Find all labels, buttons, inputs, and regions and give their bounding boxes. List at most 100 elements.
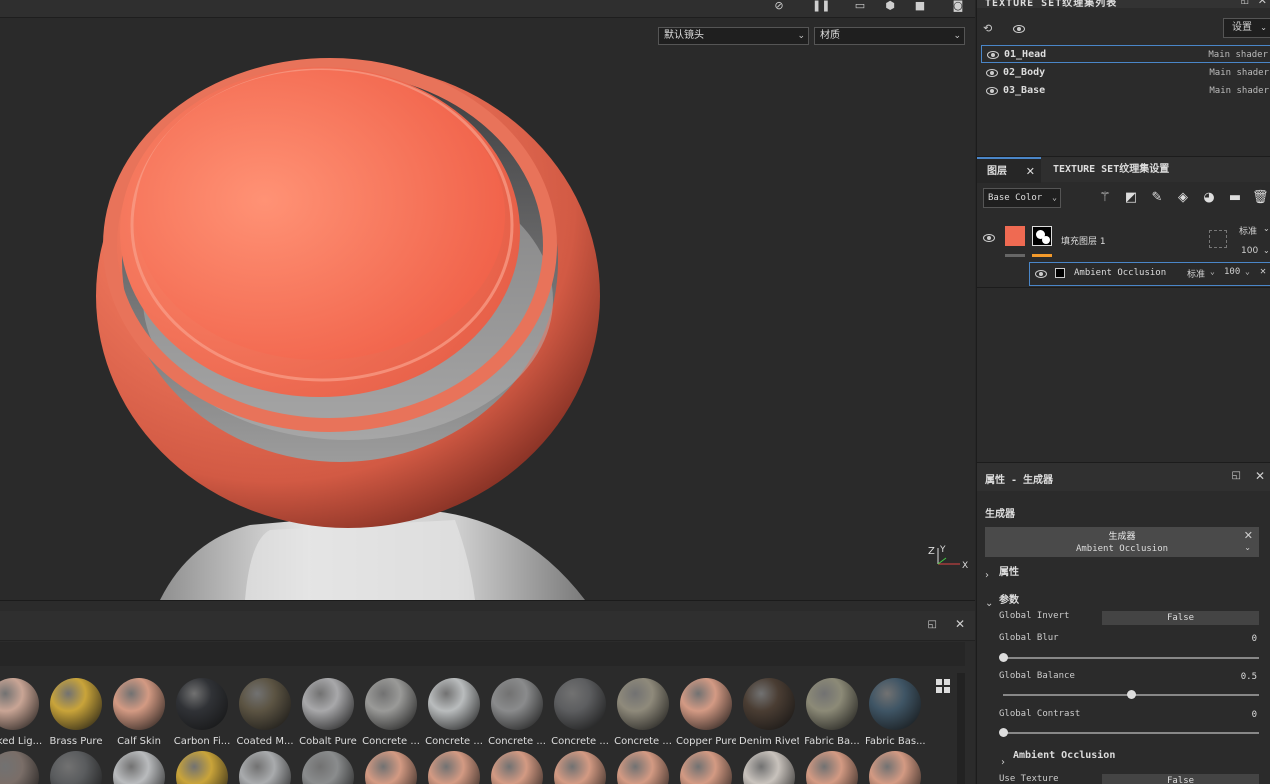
material-item[interactable]: Cobalt Pure [298, 678, 358, 747]
close-icon[interactable]: ✕ [1255, 469, 1265, 483]
material-item[interactable]: Fabric Bas... [865, 678, 925, 747]
texture-set-title: TEXTURE SET纹理集列表 [985, 0, 1118, 8]
shelf-header: ◱ ✕ [0, 611, 975, 641]
material-preview[interactable] [806, 751, 858, 784]
global-balance-slider[interactable] [1003, 690, 1259, 699]
generator-selector[interactable]: 生成器 Ambient Occlusion ✕ ⌄ [985, 527, 1259, 557]
group-params[interactable]: ⌄ 参数 [985, 591, 1185, 609]
material-preview[interactable] [554, 751, 606, 784]
eye-icon[interactable] [1035, 270, 1047, 278]
material-preview[interactable] [365, 751, 417, 784]
material-preview[interactable] [491, 751, 543, 784]
use-texture-toggle[interactable]: False [1102, 774, 1259, 784]
material-preview[interactable] [239, 751, 291, 784]
grid-view-icon[interactable] [936, 679, 950, 693]
texture-set-row[interactable]: 01_Head Main shader [981, 45, 1270, 63]
material-item[interactable]: Fabric Ba... [802, 678, 862, 747]
material-preview[interactable] [428, 751, 480, 784]
trash-icon[interactable]: 🗑 [1252, 190, 1269, 206]
effect-opacity[interactable]: 100 [1224, 267, 1240, 277]
group-ambient-occlusion[interactable]: › Ambient Occlusion [1001, 750, 1221, 768]
texture-set-row[interactable]: 03_Base Main shader [981, 82, 1270, 100]
global-balance-value[interactable]: 0.5 [1241, 672, 1257, 682]
global-blur-slider[interactable] [999, 653, 1259, 662]
tab-layers[interactable]: 图层 ✕ [977, 157, 1041, 183]
global-blur-value[interactable]: 0 [1252, 634, 1257, 644]
material-item[interactable]: Concrete ... [487, 678, 547, 747]
material-item[interactable]: Concrete ... [424, 678, 484, 747]
texture-set-toolbar: ⟲ 设置 ⌄ [977, 18, 1270, 40]
folder-icon[interactable]: ▬ [1227, 190, 1243, 206]
eye-icon[interactable] [1013, 25, 1025, 33]
material-item[interactable]: Brass Pure [46, 678, 106, 747]
3d-model [96, 58, 600, 600]
material-item[interactable]: Baked Lig... [0, 678, 43, 747]
channel-select[interactable]: Base Color ⌄ [983, 188, 1061, 208]
svg-text:Y: Y [939, 545, 946, 555]
3d-viewport[interactable]: ⊘ ❚❚ ▭ ⬢ ■ ◙ 默认镜头 ⌄ 材质 ⌄ Z Y X [0, 0, 975, 600]
float-icon[interactable]: ◱ [928, 619, 937, 630]
material-item[interactable]: Copper Pure [676, 678, 736, 747]
slider-knob[interactable] [1127, 690, 1136, 699]
paint-bucket-icon[interactable]: ◈ [1175, 190, 1191, 206]
layer-blend-mode[interactable]: 标准 [1239, 224, 1257, 237]
eye-icon[interactable] [983, 234, 995, 242]
shelf-panel: ◱ ✕ Baked Lig... Brass Pure Calf Skin Carbo… [0, 600, 975, 784]
layers-tabbar: 图层 ✕ TEXTURE SET纹理集设置 [977, 156, 1270, 183]
material-label: Denim Rivet [739, 736, 799, 747]
material-preview[interactable] [617, 751, 669, 784]
global-invert-toggle[interactable]: False [1102, 611, 1259, 625]
close-icon[interactable]: ✕ [1260, 266, 1266, 277]
fill-layer-row[interactable]: 填充图层 1 标准 ⌄ 100 ⌄ [977, 216, 1270, 262]
eye-icon[interactable] [986, 87, 998, 95]
material-preview[interactable] [869, 751, 921, 784]
slider-knob[interactable] [999, 728, 1008, 737]
close-icon[interactable]: ✕ [955, 617, 965, 631]
global-contrast-value[interactable]: 0 [1252, 710, 1257, 720]
layer-opacity[interactable]: 100 [1241, 246, 1258, 256]
settings-dropdown[interactable]: 设置 ⌄ [1223, 18, 1270, 38]
close-icon[interactable]: ✕ [1244, 529, 1253, 542]
material-preview [491, 678, 543, 730]
brush-icon[interactable]: ✎ [1149, 190, 1165, 206]
material-item[interactable]: Calf Skin [109, 678, 169, 747]
sync-view-icon[interactable]: ⟲ [983, 22, 992, 35]
layer-mask-thumbnail[interactable] [1032, 226, 1052, 246]
material-preview[interactable] [680, 751, 732, 784]
slider-knob[interactable] [999, 653, 1008, 662]
material-preview[interactable] [176, 751, 228, 784]
generator-icon [1055, 268, 1065, 278]
material-item[interactable]: Concrete ... [361, 678, 421, 747]
mask-icon[interactable]: ◕ [1201, 190, 1217, 206]
material-item[interactable]: Denim Rivet [739, 678, 799, 747]
material-item[interactable]: Concrete ... [613, 678, 673, 747]
tab-texture-set-settings[interactable]: TEXTURE SET纹理集设置 [1043, 157, 1179, 183]
material-preview[interactable] [113, 751, 165, 784]
shelf-search-bar[interactable] [0, 642, 965, 666]
global-contrast-slider[interactable] [999, 728, 1259, 737]
group-attributes[interactable]: › 属性 [985, 563, 1185, 581]
tab-layers-label: 图层 [987, 166, 1007, 177]
texture-set-row[interactable]: 02_Body Main shader [981, 64, 1270, 82]
material-preview[interactable] [302, 751, 354, 784]
eye-icon[interactable] [986, 69, 998, 77]
effect-row[interactable]: Ambient Occlusion 标准 ⌄ 100 ⌄ ✕ [1029, 262, 1270, 286]
close-icon[interactable]: ✕ [1258, 0, 1267, 7]
material-preview[interactable] [0, 751, 39, 784]
material-preview [617, 678, 669, 730]
global-balance-label: Global Balance [999, 671, 1075, 681]
effect-blend-mode[interactable]: 标准 [1187, 267, 1205, 280]
float-icon[interactable]: ◱ [1232, 470, 1241, 481]
magic-wand-icon[interactable]: ⚚ [1097, 190, 1113, 206]
float-icon[interactable]: ◱ [1240, 0, 1249, 6]
fill-layer-icon[interactable]: ◩ [1123, 190, 1139, 206]
material-preview [554, 678, 606, 730]
shelf-scrollbar[interactable] [957, 673, 965, 784]
material-item[interactable]: Carbon Fi... [172, 678, 232, 747]
material-preview[interactable] [50, 751, 102, 784]
material-preview[interactable] [743, 751, 795, 784]
eye-icon[interactable] [987, 51, 999, 59]
material-item[interactable]: Concrete ... [550, 678, 610, 747]
material-item[interactable]: Coated M... [235, 678, 295, 747]
chevron-down-icon: ⌄ [1052, 193, 1057, 202]
